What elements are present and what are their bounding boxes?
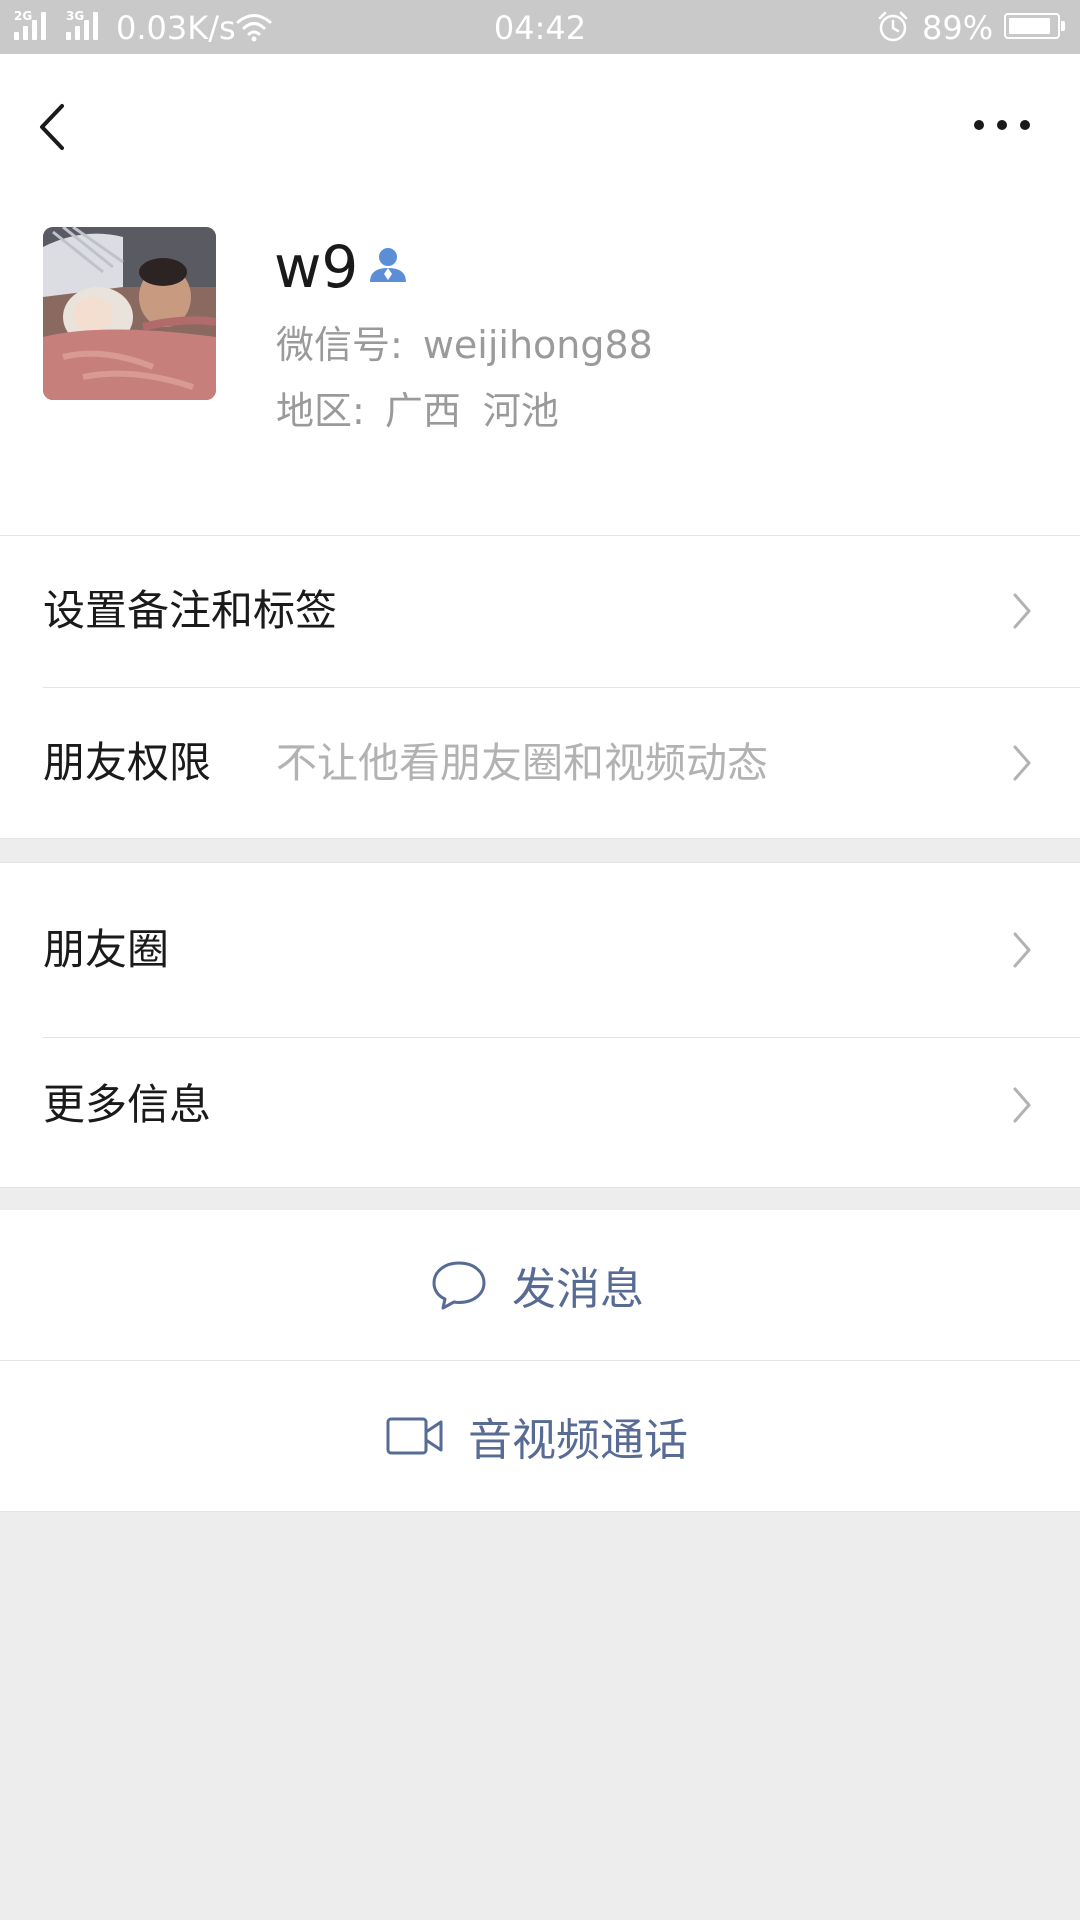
set-remark-label: 设置备注和标签 (43, 586, 338, 635)
clock: 04:42 (493, 9, 587, 47)
more-info-cell[interactable]: 更多信息 (0, 1038, 1080, 1188)
friend-permission-value: 不让他看朋友圈和视频动态 (276, 739, 768, 787)
contact-person-icon (370, 248, 406, 282)
chevron-right-icon (1013, 1087, 1031, 1123)
friend-permission-cell[interactable]: 朋友权限 不让他看朋友圈和视频动态 (0, 688, 1080, 838)
send-message-label: 发消息 (512, 1264, 644, 1315)
chevron-right-icon (1013, 745, 1031, 781)
region-line: 地区: 广西 河池 (276, 386, 559, 436)
chevron-right-icon (1013, 932, 1031, 968)
set-remark-and-tags-cell[interactable]: 设置备注和标签 (0, 536, 1080, 687)
wechat-id-value: weijihong88 (422, 323, 653, 367)
friend-permission-label: 朋友权限 (43, 738, 212, 787)
more-options-button[interactable] (970, 110, 1034, 140)
chat-bubble-icon (432, 1261, 486, 1310)
alarm-icon (878, 11, 908, 42)
video-camera-icon (386, 1417, 443, 1455)
contact-name: w9 (274, 233, 359, 301)
audio-video-call-label: 音视频通话 (468, 1415, 688, 1466)
settings-group: 设置备注和标签 朋友权限 不让他看朋友圈和视频动态 (0, 536, 1080, 839)
info-group: 朋友圈 更多信息 (0, 862, 1080, 1188)
audio-video-call-button[interactable]: 音视频通话 (0, 1361, 1080, 1511)
send-message-button[interactable]: 发消息 (0, 1210, 1080, 1360)
more-info-label: 更多信息 (43, 1080, 212, 1129)
region-label: 地区: (276, 389, 365, 433)
profile-header: w9 微信号: weijihong88 地区: 广西 河池 (0, 54, 1080, 536)
status-bar: 2G 3G 0.03K/s 04:42 89% (0, 0, 1080, 54)
avatar[interactable] (43, 227, 216, 400)
wechat-id-label: 微信号: (276, 323, 403, 367)
back-button[interactable] (28, 92, 78, 162)
moments-label: 朋友圈 (43, 925, 170, 974)
battery-percent: 89% (922, 9, 994, 47)
region-city: 河池 (482, 389, 559, 433)
region-province: 广西 (384, 389, 461, 433)
battery-fill (1009, 18, 1050, 34)
wechat-id-line: 微信号: weijihong88 (276, 320, 653, 370)
moments-cell[interactable]: 朋友圈 (0, 863, 1080, 1037)
actions-group: 发消息 音视频通话 (0, 1210, 1080, 1512)
chevron-right-icon (1013, 593, 1031, 629)
battery-icon (1004, 13, 1065, 39)
